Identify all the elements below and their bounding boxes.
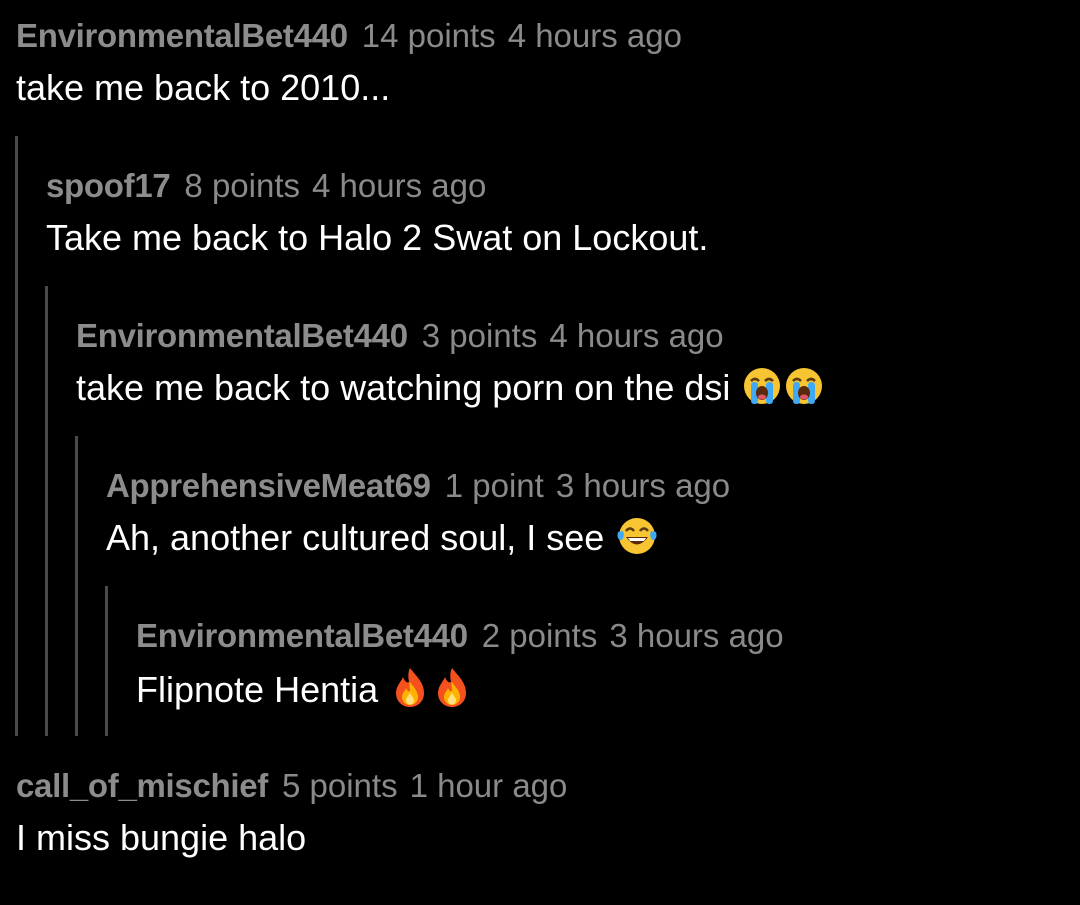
comment-time: 1 hour ago xyxy=(409,767,568,804)
comment-time: 4 hours ago xyxy=(312,167,487,204)
comment-points: 14 points xyxy=(361,17,496,54)
comment-author[interactable]: ApprehensiveMeat69 xyxy=(106,467,431,504)
comment-text: Take me back to Halo 2 Swat on Lockout. xyxy=(46,217,709,258)
comment-points: 3 points xyxy=(421,317,538,354)
comment-meta: spoof17 8 points 4 hours ago xyxy=(46,166,708,206)
comment-text: I miss bungie halo xyxy=(16,817,307,858)
comment-body: take me back to watching porn on the dsi xyxy=(76,366,824,416)
comment-time: 3 hours ago xyxy=(555,467,731,504)
comment-meta: EnvironmentalBet440 3 points 4 hours ago xyxy=(76,316,824,356)
comment-time: 4 hours ago xyxy=(507,17,682,54)
comment-text: Ah, another cultured soul, I see xyxy=(106,517,605,558)
thread-line-depth-2[interactable] xyxy=(45,286,48,736)
comment-meta: EnvironmentalBet440 14 points 4 hours ago xyxy=(16,16,682,56)
comment-meta: ApprehensiveMeat69 1 point 3 hours ago xyxy=(106,466,730,506)
comment[interactable]: call_of_mischief 5 points 1 hour ago I mis… xyxy=(16,766,567,860)
comment[interactable]: EnvironmentalBet440 2 points 3 hours ago F… xyxy=(136,616,784,718)
fire-icon xyxy=(390,666,430,718)
comment-author[interactable]: EnvironmentalBet440 xyxy=(136,617,468,654)
comment[interactable]: EnvironmentalBet440 3 points 4 hours ago t… xyxy=(76,316,824,416)
thread-line-depth-1[interactable] xyxy=(15,136,18,736)
comment-author[interactable]: EnvironmentalBet440 xyxy=(76,317,408,354)
comment-text: take me back to watching porn on the dsi xyxy=(76,367,731,408)
comment-body: Flipnote Hentia xyxy=(136,666,784,718)
fire-icon xyxy=(432,666,472,718)
comment-points: 5 points xyxy=(281,767,398,804)
comment[interactable]: spoof17 8 points 4 hours ago Take me back … xyxy=(46,166,708,260)
comment-body: Take me back to Halo 2 Swat on Lockout. xyxy=(46,216,708,260)
comment-points: 8 points xyxy=(184,167,301,204)
comment[interactable]: ApprehensiveMeat69 1 point 3 hours ago Ah,… xyxy=(106,466,730,566)
comment-body: Ah, another cultured soul, I see xyxy=(106,516,730,566)
loudly-crying-face-icon xyxy=(784,366,824,416)
comment-meta: EnvironmentalBet440 2 points 3 hours ago xyxy=(136,616,784,656)
comment-body: take me back to 2010... xyxy=(16,66,682,110)
face-with-tears-of-joy-icon xyxy=(616,516,658,566)
comment-text: Flipnote Hentia xyxy=(136,669,379,710)
comment-text: take me back to 2010... xyxy=(16,67,391,108)
comment-body: I miss bungie halo xyxy=(16,816,567,860)
comment-author[interactable]: spoof17 xyxy=(46,167,171,204)
comment-author[interactable]: EnvironmentalBet440 xyxy=(16,17,348,54)
loudly-crying-face-icon xyxy=(742,366,782,416)
comment-time: 3 hours ago xyxy=(609,617,784,654)
comment-points: 2 points xyxy=(481,617,598,654)
comment[interactable]: EnvironmentalBet440 14 points 4 hours ago … xyxy=(16,16,682,110)
thread-line-depth-3[interactable] xyxy=(75,436,78,736)
comment-meta: call_of_mischief 5 points 1 hour ago xyxy=(16,766,567,806)
comment-author[interactable]: call_of_mischief xyxy=(16,767,268,804)
thread-line-depth-4[interactable] xyxy=(105,586,108,736)
comment-points: 1 point xyxy=(444,467,544,504)
comment-time: 4 hours ago xyxy=(549,317,724,354)
